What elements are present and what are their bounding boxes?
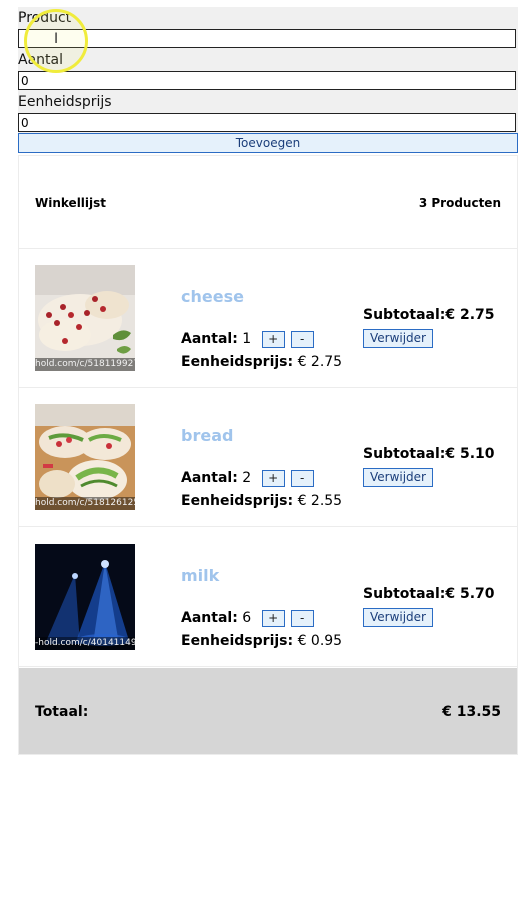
add-button[interactable]: Toevoegen (18, 133, 518, 153)
decrement-button[interactable]: - (290, 330, 314, 348)
unit-price-row: Eenheidsprijs: € 2.75 (181, 353, 342, 371)
shopping-list-title: Winkellijst (35, 196, 107, 210)
increment-button[interactable]: + (261, 609, 285, 627)
quantity-row: Aantal: 6 + - (181, 609, 314, 627)
subtotal-value: € 2.75 (445, 307, 495, 323)
subtotal-value: € 5.10 (445, 446, 495, 462)
subtotal: Subtotaal:€ 2.75 (363, 307, 495, 323)
quantity-value: 1 (242, 331, 252, 347)
unit-price-label: Eenheidsprijs: (181, 354, 294, 370)
total-value: € 13.55 (442, 704, 501, 720)
product-image: hold.com/c/51811992703 (35, 265, 135, 371)
quantity-row: Aantal: 2 + - (181, 469, 314, 487)
unit-price-row: Eenheidsprijs: € 2.55 (181, 492, 342, 510)
unit-price-value: € 2.55 (297, 493, 343, 509)
decrement-button[interactable]: - (290, 469, 314, 487)
list-item: hold.com/c/51812612585 bread Aantal: 2 +… (19, 388, 517, 527)
unit-price-label: Eenheidsprijs: (181, 493, 294, 509)
aantal-input[interactable] (18, 71, 516, 90)
subtotal-value: € 5.70 (445, 586, 495, 602)
add-product-form: Product Aantal Eenheidsprijs Toevoegen (18, 7, 518, 153)
subtotal: Subtotaal:€ 5.10 (363, 446, 495, 462)
text-cursor-icon: Ι (54, 31, 59, 47)
shopping-list-header: Winkellijst 3 Producten (19, 156, 517, 249)
product-name: milk (181, 566, 220, 585)
quantity-value: 6 (242, 610, 252, 626)
product-input[interactable] (18, 29, 516, 48)
quantity-label: Aantal: (181, 470, 238, 486)
quantity-value: 2 (242, 470, 252, 486)
image-caption: hold.com/c/51812612585 (35, 497, 135, 510)
subtotal: Subtotaal:€ 5.70 (363, 586, 495, 602)
subtotal-label: Subtotaal: (363, 586, 446, 602)
shopping-list: Winkellijst 3 Producten hold.com/c/51811… (18, 155, 518, 755)
remove-button[interactable]: Verwijder (363, 608, 433, 627)
quantity-row: Aantal: 1 + - (181, 330, 314, 348)
quantity-label: Aantal: (181, 331, 238, 347)
decrement-button[interactable]: - (290, 609, 314, 627)
eenheidsprijs-label: Eenheidsprijs (18, 94, 112, 110)
eenheidsprijs-input[interactable] (18, 113, 516, 132)
quantity-label: Aantal: (181, 610, 238, 626)
unit-price-value: € 0.95 (297, 633, 343, 649)
image-caption: -hold.com/c/401411491 (35, 637, 135, 650)
subtotal-label: Subtotaal: (363, 307, 446, 323)
increment-button[interactable]: + (261, 469, 285, 487)
product-count: 3 Producten (418, 196, 501, 210)
increment-button[interactable]: + (261, 330, 285, 348)
subtotal-label: Subtotaal: (363, 446, 446, 462)
product-name: cheese (181, 287, 244, 306)
unit-price-value: € 2.75 (297, 354, 343, 370)
total-label: Totaal: (35, 704, 89, 720)
product-name: bread (181, 426, 234, 445)
list-item: -hold.com/c/401411491 milk Aantal: 6 + - … (19, 528, 517, 667)
product-image: -hold.com/c/401411491 (35, 544, 135, 650)
unit-price-label: Eenheidsprijs: (181, 633, 294, 649)
unit-price-row: Eenheidsprijs: € 0.95 (181, 632, 342, 650)
remove-button[interactable]: Verwijder (363, 329, 433, 348)
product-image: hold.com/c/51812612585 (35, 404, 135, 510)
list-item: hold.com/c/51811992703 cheese Aantal: 1 … (19, 249, 517, 388)
remove-button[interactable]: Verwijder (363, 468, 433, 487)
image-caption: hold.com/c/51811992703 (35, 358, 135, 371)
total-bar: Totaal: € 13.55 (19, 668, 517, 754)
